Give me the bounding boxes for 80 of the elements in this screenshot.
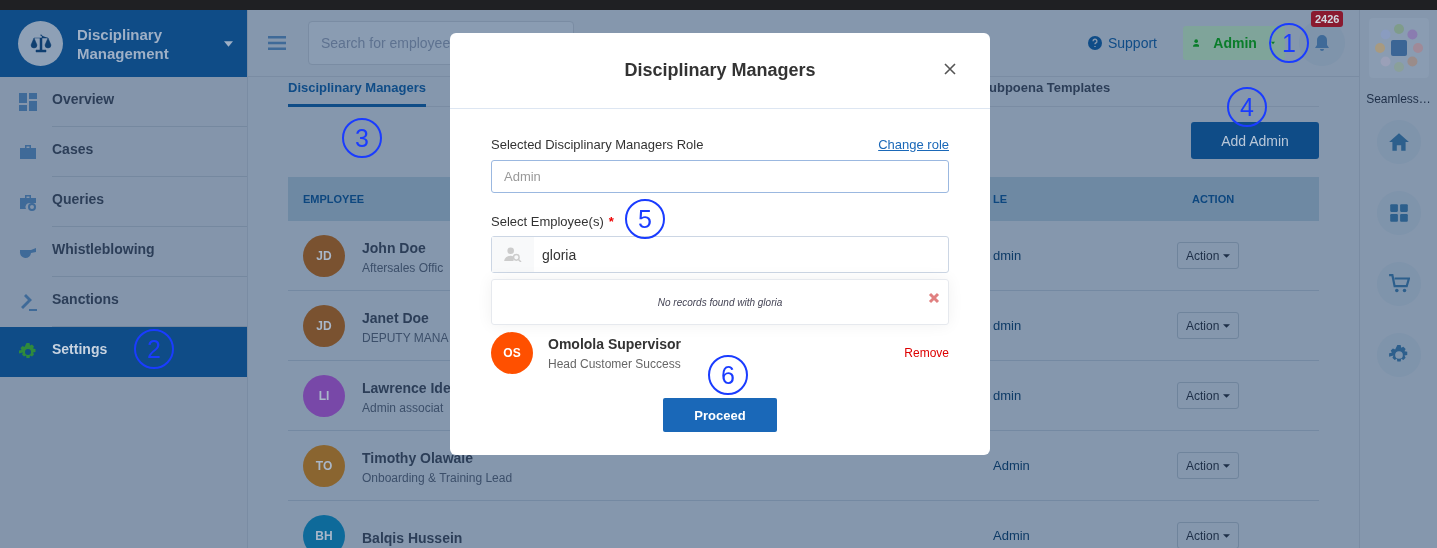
caret-down-icon (1223, 253, 1231, 258)
menu-icon[interactable] (268, 36, 286, 50)
column-header: LE (993, 177, 1177, 221)
help-icon (1087, 36, 1102, 50)
sidebar-item[interactable]: Whistleblowing (0, 227, 247, 277)
annotation-marker: 1 (1269, 23, 1309, 63)
action-dropdown[interactable]: Action (1177, 242, 1240, 269)
annotation-marker: 3 (342, 118, 382, 158)
avatar: JD (303, 304, 345, 347)
proceed-button[interactable]: Proceed (663, 398, 777, 432)
role-text: dmin (993, 248, 1022, 263)
employee-name: Omolola Supervisor (548, 335, 682, 352)
annotation-marker: 4 (1227, 87, 1267, 127)
cart-icon (1387, 273, 1410, 295)
role-field[interactable]: Admin (491, 160, 949, 193)
scales-icon (28, 31, 53, 56)
role-text: dmin (993, 318, 1022, 333)
employee-title: Head Customer Success (548, 356, 682, 371)
grid-icon (1387, 202, 1410, 224)
cart-button[interactable] (1376, 262, 1421, 306)
annotation-marker: 5 (625, 199, 665, 239)
briefcase-search-icon (18, 192, 38, 212)
action-dropdown[interactable]: Action (1177, 312, 1240, 339)
sidebar-item[interactable]: Cases (0, 127, 247, 177)
sidebar-item[interactable]: Sanctions (0, 277, 247, 327)
employee-name: John Doe (362, 240, 427, 256)
column-header: ACTION (1177, 177, 1319, 221)
home-button[interactable] (1376, 120, 1421, 164)
annotation-marker: 6 (708, 355, 748, 395)
grid-button[interactable] (1376, 191, 1421, 235)
sidebar-item[interactable]: Overview (0, 77, 247, 127)
employee-title: Aftersales Offic (362, 261, 444, 275)
role-text: Admin (993, 528, 1030, 543)
briefcase-icon (18, 142, 38, 162)
avatar: LI (303, 374, 345, 417)
employee-name: Janet Doe (362, 310, 430, 326)
employee-search-field[interactable]: gloria (491, 236, 949, 273)
no-results-message: No records found with gloria (657, 296, 783, 308)
employee-title: DEPUTY MANA (362, 331, 449, 345)
dashboard-icon (18, 92, 38, 112)
employee-name: Balqis Hussein (362, 529, 463, 546)
caret-down-icon (1223, 533, 1231, 538)
add-admin-button[interactable]: Add Admin (1191, 122, 1319, 159)
employee-name: Timothy Olawale (362, 450, 474, 466)
sidebar-item[interactable]: Queries (0, 177, 247, 227)
employee-title: Admin associat (362, 401, 445, 415)
app-title: Disciplinary Management (77, 24, 170, 63)
bell-icon (1314, 34, 1330, 52)
support-link[interactable]: Support (1087, 35, 1157, 51)
settings-button[interactable] (1376, 333, 1421, 377)
action-dropdown[interactable]: Action (1177, 452, 1240, 479)
caret-down-icon (1223, 323, 1231, 328)
caret-down-icon (1270, 40, 1275, 46)
change-role-link[interactable]: Change role (878, 137, 949, 152)
avatar: BH (303, 514, 345, 548)
action-dropdown[interactable]: Action (1177, 522, 1240, 548)
notification-badge: 2426 (1311, 11, 1344, 27)
caret-down-icon (1223, 393, 1231, 398)
avatar: TO (303, 444, 345, 487)
field-label: Selected Disciplinary Managers Role (491, 137, 704, 152)
close-button[interactable] (944, 63, 956, 75)
action-dropdown[interactable]: Action (1177, 382, 1240, 409)
employee-name: Lawrence Ide (362, 380, 451, 396)
remove-link[interactable]: Remove (904, 346, 949, 360)
dialog-title: Disciplinary Managers (624, 60, 816, 81)
clear-icon[interactable] (928, 292, 940, 304)
tab[interactable]: Disciplinary Managers (288, 77, 426, 107)
close-icon (944, 63, 956, 75)
avatar: OS (491, 332, 533, 374)
user-search-icon (503, 247, 523, 262)
caret-down-icon (1223, 463, 1231, 468)
home-icon (1387, 131, 1410, 153)
role-text: Admin (993, 458, 1030, 473)
employee-title: Onboarding & Training Lead (362, 471, 513, 485)
avatar: JD (303, 234, 345, 277)
annotation-marker: 2 (134, 329, 174, 369)
tab[interactable]: ubpoena Templates (989, 77, 1111, 107)
app-name: Seamless… (1366, 92, 1431, 106)
caret-down-icon (224, 40, 233, 47)
role-text: dmin (993, 388, 1022, 403)
